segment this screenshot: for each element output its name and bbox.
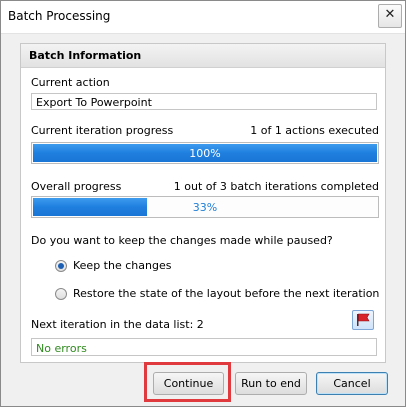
window-title: Batch Processing (8, 9, 111, 23)
batch-information-panel: Batch Information Current action Export … (20, 43, 386, 363)
iteration-progress-bar: 100% (31, 142, 379, 164)
errors-status-field: No errors (31, 338, 377, 356)
overall-progress-label: Overall progress (31, 180, 122, 193)
panel-header-title: Batch Information (29, 49, 142, 62)
overall-progress-percent: 33% (192, 201, 218, 214)
title-bar: Batch Processing ✕ (1, 1, 405, 34)
radio-selected-dot (58, 263, 64, 269)
run-to-end-button[interactable]: Run to end (235, 372, 307, 395)
close-button[interactable]: ✕ (378, 4, 402, 28)
flag-button[interactable] (352, 310, 374, 330)
cancel-button[interactable]: Cancel (316, 372, 388, 395)
panel-header: Batch Information (21, 44, 385, 68)
restore-state-label[interactable]: Restore the state of the layout before t… (73, 287, 379, 300)
overall-progress-status: 1 out of 3 batch iterations completed (173, 180, 379, 193)
red-flag-icon (357, 313, 370, 326)
batch-processing-dialog: Batch Processing ✕ Batch Information Cur… (0, 0, 406, 407)
overall-progress-bar: 33% (31, 196, 379, 218)
iteration-progress-status: 1 of 1 actions executed (250, 124, 379, 137)
continue-highlight-box (144, 362, 231, 402)
current-action-label: Current action (31, 76, 110, 89)
keep-changes-question: Do you want to keep the changes made whi… (31, 234, 333, 247)
current-action-field: Export To Powerpoint (31, 93, 377, 110)
restore-state-radio[interactable] (55, 288, 67, 300)
next-iteration-label: Next iteration in the data list: 2 (31, 318, 204, 331)
iteration-progress-label: Current iteration progress (31, 124, 174, 137)
keep-changes-radio[interactable] (55, 260, 67, 272)
keep-changes-label[interactable]: Keep the changes (73, 259, 171, 272)
iteration-progress-percent: 100% (189, 147, 221, 160)
